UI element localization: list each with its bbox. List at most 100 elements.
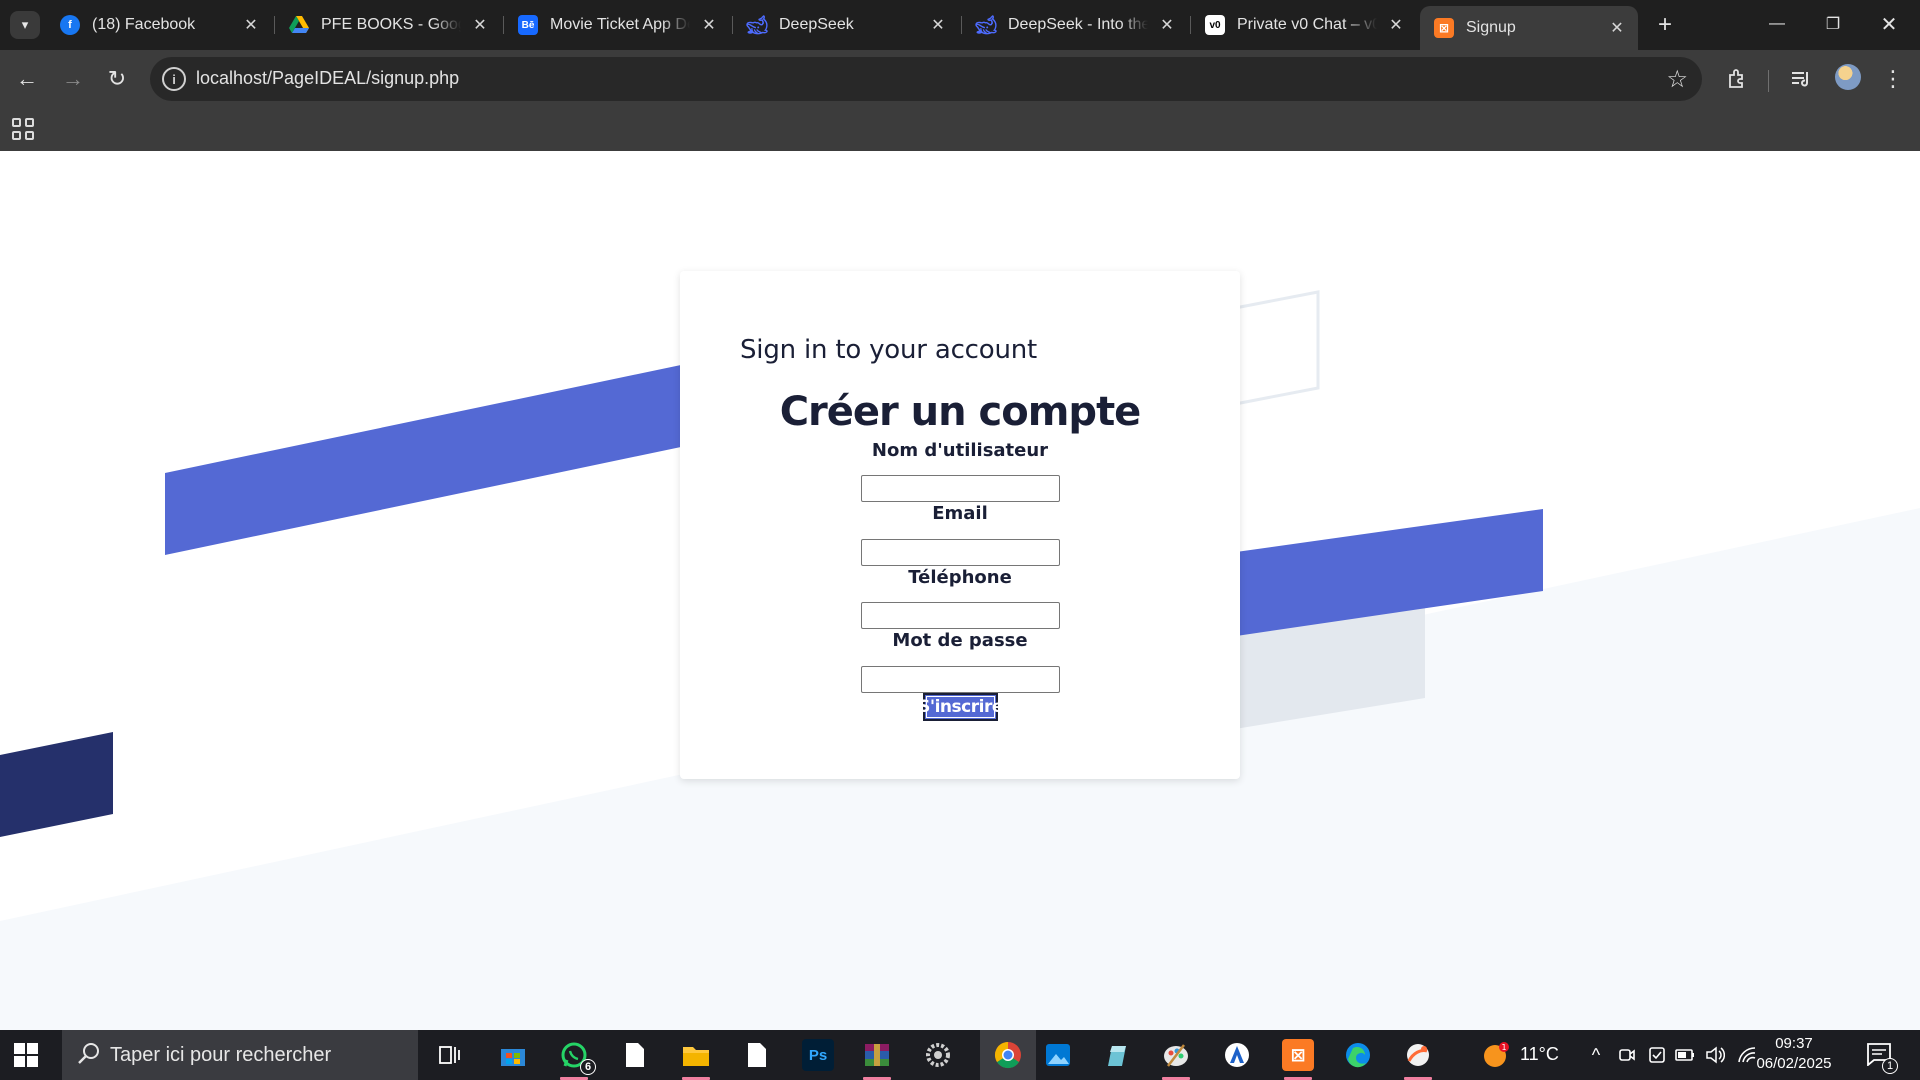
email-field[interactable] bbox=[861, 539, 1060, 566]
whatsapp-icon[interactable]: 6 bbox=[558, 1039, 596, 1080]
url-text[interactable]: localhost/PageIDEAL/signup.php bbox=[196, 68, 459, 89]
winrar-icon[interactable] bbox=[861, 1039, 893, 1080]
notification-center-icon[interactable]: 1 bbox=[1866, 1042, 1898, 1074]
postman-icon[interactable] bbox=[1402, 1039, 1434, 1080]
back-button[interactable]: ← bbox=[10, 62, 44, 96]
notepad-icon[interactable] bbox=[741, 1039, 773, 1071]
minimize-icon: — bbox=[1769, 15, 1785, 32]
bookmark-star-icon[interactable]: ☆ bbox=[1666, 65, 1688, 94]
close-icon: ✕ bbox=[1880, 13, 1898, 36]
security-icon[interactable] bbox=[1646, 1044, 1668, 1066]
weather-temperature: 11°C bbox=[1520, 1044, 1559, 1064]
draw-tool-icon[interactable] bbox=[1100, 1039, 1132, 1071]
app-icon[interactable] bbox=[1221, 1039, 1253, 1071]
microsoft-store-icon[interactable] bbox=[497, 1039, 529, 1071]
username-field[interactable] bbox=[861, 475, 1060, 502]
phone-label: Téléphone bbox=[908, 567, 1012, 588]
close-icon[interactable]: ✕ bbox=[1383, 12, 1409, 38]
photoshop-icon[interactable]: Ps bbox=[802, 1039, 834, 1071]
tab-title: PFE BOOKS - Google Drive bbox=[321, 16, 461, 33]
info-icon[interactable]: i bbox=[162, 67, 186, 91]
svg-text:1: 1 bbox=[1501, 1043, 1506, 1052]
toolbar-separator bbox=[1768, 70, 1769, 92]
more-menu-icon[interactable]: ⋮ bbox=[1878, 64, 1908, 94]
browser-tab-bar: ▾ f (18) Facebook ✕ PFE BOOKS - Google D… bbox=[0, 0, 1920, 50]
tab-v0-chat[interactable]: v0 Private v0 Chat – v0 by Vercel ✕ bbox=[1191, 6, 1417, 44]
battery-icon[interactable] bbox=[1674, 1044, 1696, 1066]
file-explorer-icon[interactable] bbox=[680, 1039, 712, 1080]
clock-time: 09:37 bbox=[1775, 1035, 1813, 1052]
tab-pfe-books[interactable]: PFE BOOKS - Google Drive ✕ bbox=[275, 6, 501, 44]
email-label: Email bbox=[932, 503, 988, 524]
behance-icon: Bē bbox=[518, 15, 538, 35]
new-tab-button[interactable]: + bbox=[1650, 10, 1680, 40]
restore-icon: ❐ bbox=[1825, 16, 1841, 33]
tab-deepseek-unknown[interactable]: 🐋︎ DeepSeek - Into the Unknown ✕ bbox=[962, 6, 1188, 44]
xampp-icon[interactable]: ⊠ bbox=[1282, 1039, 1314, 1080]
tab-title: DeepSeek - Into the Unknown bbox=[1008, 16, 1148, 33]
tab-title: Signup bbox=[1466, 19, 1516, 36]
chevron-down-icon: ▾ bbox=[21, 17, 29, 32]
tab-signup[interactable]: ⊠ Signup ✕ bbox=[1420, 6, 1638, 50]
tab-deepseek[interactable]: 🐋︎ DeepSeek ✕ bbox=[733, 6, 959, 44]
file-icon[interactable] bbox=[619, 1039, 651, 1071]
username-label: Nom d'utilisateur bbox=[871, 440, 1049, 461]
close-icon[interactable]: ✕ bbox=[696, 12, 722, 38]
task-view-icon[interactable] bbox=[434, 1039, 466, 1071]
close-icon[interactable]: ✕ bbox=[467, 12, 493, 38]
taskbar-search[interactable]: Taper ici pour rechercher bbox=[62, 1030, 418, 1080]
tab-search-button[interactable]: ▾ bbox=[10, 11, 40, 39]
address-bar[interactable]: i localhost/PageIDEAL/signup.php ☆ bbox=[150, 57, 1702, 101]
facebook-icon: f bbox=[60, 15, 80, 35]
v0-icon: v0 bbox=[1205, 15, 1225, 35]
settings-gear-icon[interactable] bbox=[922, 1039, 954, 1071]
close-window-button[interactable]: ✕ bbox=[1866, 6, 1912, 42]
chrome-icon[interactable] bbox=[980, 1030, 1036, 1080]
tab-title: Movie Ticket App Design bbox=[550, 16, 690, 33]
chevron-up-icon[interactable]: ^ bbox=[1585, 1044, 1607, 1066]
weather-icon[interactable]: 1 bbox=[1482, 1041, 1510, 1069]
close-icon[interactable]: ✕ bbox=[238, 12, 264, 38]
system-clock[interactable]: 09:37 06/02/2025 bbox=[1746, 1034, 1842, 1074]
close-icon[interactable]: ✕ bbox=[1154, 12, 1180, 38]
search-placeholder: Taper ici pour rechercher bbox=[110, 1044, 332, 1066]
profile-avatar[interactable] bbox=[1835, 64, 1861, 90]
reload-button[interactable]: ↻ bbox=[100, 62, 134, 96]
extensions-icon[interactable] bbox=[1722, 64, 1752, 94]
meet-now-icon[interactable] bbox=[1616, 1044, 1638, 1066]
close-icon[interactable]: ✕ bbox=[1604, 15, 1630, 41]
whatsapp-badge: 6 bbox=[580, 1059, 596, 1075]
tab-facebook[interactable]: f (18) Facebook ✕ bbox=[46, 6, 272, 44]
close-icon[interactable]: ✕ bbox=[925, 12, 951, 38]
password-label: Mot de passe bbox=[892, 630, 1028, 651]
edge-icon[interactable] bbox=[1342, 1039, 1374, 1071]
notification-count: 1 bbox=[1882, 1058, 1898, 1074]
signup-card: Sign in to your account Créer un compte … bbox=[680, 271, 1240, 779]
deepseek-icon: 🐋︎ bbox=[745, 14, 769, 35]
paint-icon[interactable] bbox=[1160, 1039, 1192, 1080]
google-drive-icon bbox=[289, 15, 309, 35]
windows-taskbar: Taper ici pour rechercher 6 Ps ⊠ 1 11°C … bbox=[0, 1030, 1920, 1080]
windows-start-icon[interactable] bbox=[14, 1043, 38, 1067]
signup-page: Sign in to your account Créer un compte … bbox=[0, 151, 1920, 1030]
restore-button[interactable]: ❐ bbox=[1810, 6, 1856, 42]
apps-grid-icon[interactable] bbox=[12, 118, 34, 140]
deepseek-icon: 🐋︎ bbox=[974, 14, 998, 35]
tab-title: (18) Facebook bbox=[92, 16, 196, 33]
media-controls-icon[interactable] bbox=[1786, 64, 1816, 94]
page-title: Créer un compte bbox=[779, 389, 1142, 435]
phone-field[interactable] bbox=[861, 602, 1060, 629]
minimize-button[interactable]: — bbox=[1754, 6, 1800, 42]
password-field[interactable] bbox=[861, 666, 1060, 693]
arrow-right-icon: → bbox=[62, 66, 84, 91]
photos-icon[interactable] bbox=[1042, 1039, 1074, 1071]
clock-date: 06/02/2025 bbox=[1756, 1055, 1832, 1072]
forward-button[interactable]: → bbox=[56, 62, 90, 96]
search-icon bbox=[78, 1043, 99, 1064]
signup-button[interactable]: S'inscrire bbox=[918, 693, 1003, 721]
tab-title: DeepSeek bbox=[779, 16, 854, 33]
bookmarks-bar bbox=[0, 108, 1920, 151]
tab-movie-ticket[interactable]: Bē Movie Ticket App Design ✕ bbox=[504, 6, 730, 44]
volume-icon[interactable] bbox=[1704, 1044, 1726, 1066]
plus-icon: + bbox=[1657, 11, 1672, 38]
